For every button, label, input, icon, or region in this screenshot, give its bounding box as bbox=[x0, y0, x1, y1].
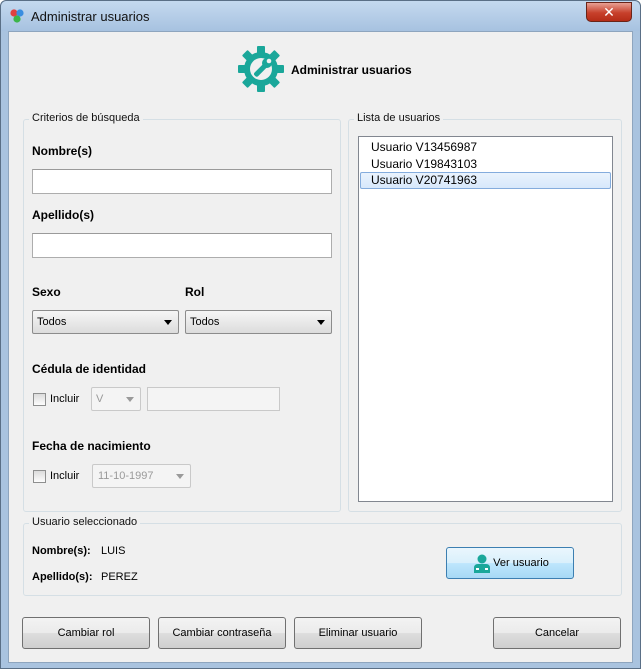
ver-usuario-button[interactable]: Ver usuario bbox=[446, 547, 574, 579]
nombres-label: Nombre(s) bbox=[32, 144, 93, 158]
group-title: Usuario seleccionado bbox=[29, 516, 141, 528]
sexo-select[interactable]: Todos bbox=[32, 310, 179, 334]
sexo-label: Sexo bbox=[32, 285, 61, 299]
fecha-incluir-checkbox[interactable] bbox=[33, 470, 46, 483]
cambiar-rol-button[interactable]: Cambiar rol bbox=[22, 617, 150, 649]
cedula-prefix-value: V bbox=[96, 393, 104, 405]
users-listbox[interactable]: Usuario V13456987 Usuario V19843103 Usua… bbox=[358, 136, 613, 502]
rol-label: Rol bbox=[185, 285, 205, 299]
cedula-input[interactable] bbox=[147, 387, 280, 411]
cedula-prefix-select[interactable]: V bbox=[91, 387, 141, 411]
cambiar-contrasena-button[interactable]: Cambiar contraseña bbox=[158, 617, 286, 649]
users-list-group: Lista de usuarios Usuario V13456987 Usua… bbox=[348, 112, 622, 512]
group-title: Lista de usuarios bbox=[354, 112, 444, 124]
window-title: Administrar usuarios bbox=[31, 9, 150, 24]
app-icon bbox=[10, 9, 24, 23]
page-title: Administrar usuarios bbox=[291, 63, 412, 77]
selected-apellidos-label: Apellido(s): bbox=[32, 571, 93, 583]
fecha-value: 11-10-1997 bbox=[98, 470, 154, 482]
dialog-body: Administrar usuarios Criterios de búsque… bbox=[8, 31, 633, 663]
fecha-date-picker[interactable]: 11-10-1997 bbox=[92, 464, 191, 488]
selected-user-group: Usuario seleccionado Nombre(s): LUIS Ape… bbox=[23, 516, 622, 596]
chevron-down-icon bbox=[176, 474, 184, 479]
selected-nombres-value: LUIS bbox=[101, 545, 126, 557]
rol-value: Todos bbox=[190, 316, 220, 328]
cedula-incluir-label[interactable]: Incluir bbox=[50, 393, 79, 405]
eliminar-usuario-button[interactable]: Eliminar usuario bbox=[294, 617, 422, 649]
gear-wrench-icon bbox=[238, 46, 284, 92]
dialog-window: Administrar usuarios ✕ Administrar usuar… bbox=[0, 0, 641, 669]
rol-select[interactable]: Todos bbox=[185, 310, 332, 334]
chevron-down-icon bbox=[126, 397, 134, 402]
apellidos-label: Apellido(s) bbox=[32, 208, 94, 222]
title-bar: Administrar usuarios ✕ bbox=[1, 1, 640, 31]
selected-nombres-label: Nombre(s): bbox=[32, 545, 91, 557]
cedula-label: Cédula de identidad bbox=[32, 362, 147, 376]
user-icon bbox=[474, 554, 490, 573]
group-title: Criterios de búsqueda bbox=[29, 112, 143, 124]
cedula-incluir-checkbox[interactable] bbox=[33, 393, 46, 406]
fecha-label: Fecha de nacimiento bbox=[32, 439, 151, 453]
list-item[interactable]: Usuario V19843103 bbox=[360, 156, 611, 173]
nombres-input[interactable] bbox=[32, 169, 332, 194]
selected-apellidos-value: PEREZ bbox=[101, 571, 138, 583]
close-button[interactable]: ✕ bbox=[586, 2, 632, 22]
chevron-down-icon bbox=[164, 320, 172, 325]
search-criteria-group: Criterios de búsqueda Nombre(s) Apellido… bbox=[23, 112, 341, 512]
chevron-down-icon bbox=[317, 320, 325, 325]
fecha-incluir-label[interactable]: Incluir bbox=[50, 470, 79, 482]
close-icon: ✕ bbox=[603, 4, 615, 20]
apellidos-input[interactable] bbox=[32, 233, 332, 258]
list-item[interactable]: Usuario V13456987 bbox=[360, 139, 611, 156]
sexo-value: Todos bbox=[37, 316, 67, 328]
cancelar-button[interactable]: Cancelar bbox=[493, 617, 621, 649]
list-item-selected[interactable]: Usuario V20741963 bbox=[360, 172, 611, 189]
